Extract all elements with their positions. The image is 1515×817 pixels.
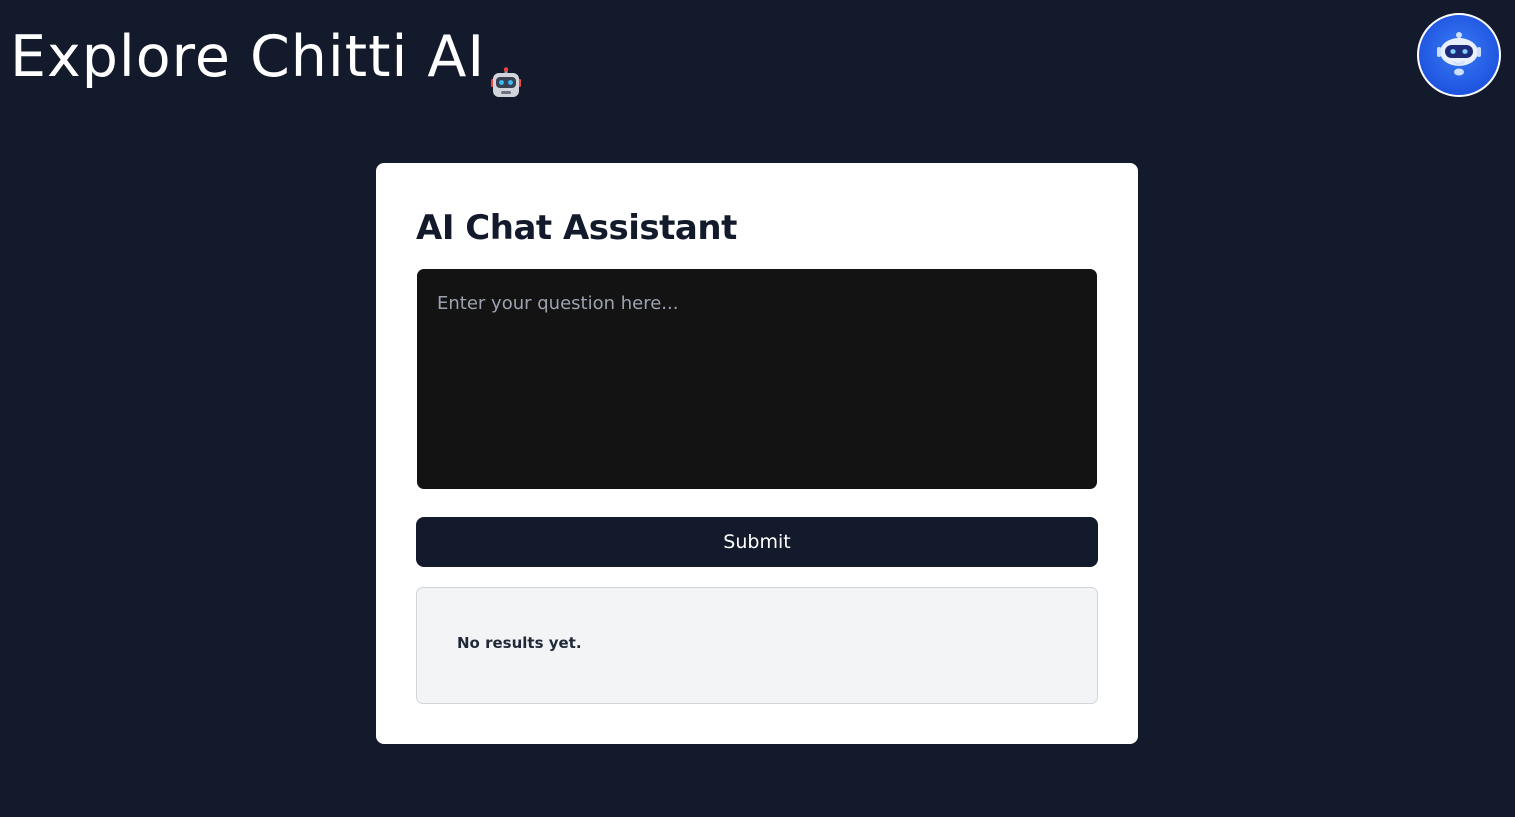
submit-button[interactable]: Submit [416, 517, 1098, 567]
chatbot-avatar-icon [1431, 25, 1487, 85]
results-text: No results yet. [457, 634, 582, 652]
app-title: Explore Chitti AI [10, 24, 486, 90]
question-input[interactable] [417, 269, 1097, 489]
chatbot-avatar-button[interactable] [1417, 13, 1501, 97]
page-header: Explore Chitti AI [10, 22, 523, 97]
results-panel: No results yet. [416, 587, 1098, 704]
chat-card: AI Chat Assistant Submit No results yet. [376, 163, 1138, 744]
chat-title: AI Chat Assistant [416, 208, 737, 248]
page: Explore Chitti AI AI Chat Assistant Ente… [0, 0, 1515, 817]
robot-icon [489, 47, 523, 97]
